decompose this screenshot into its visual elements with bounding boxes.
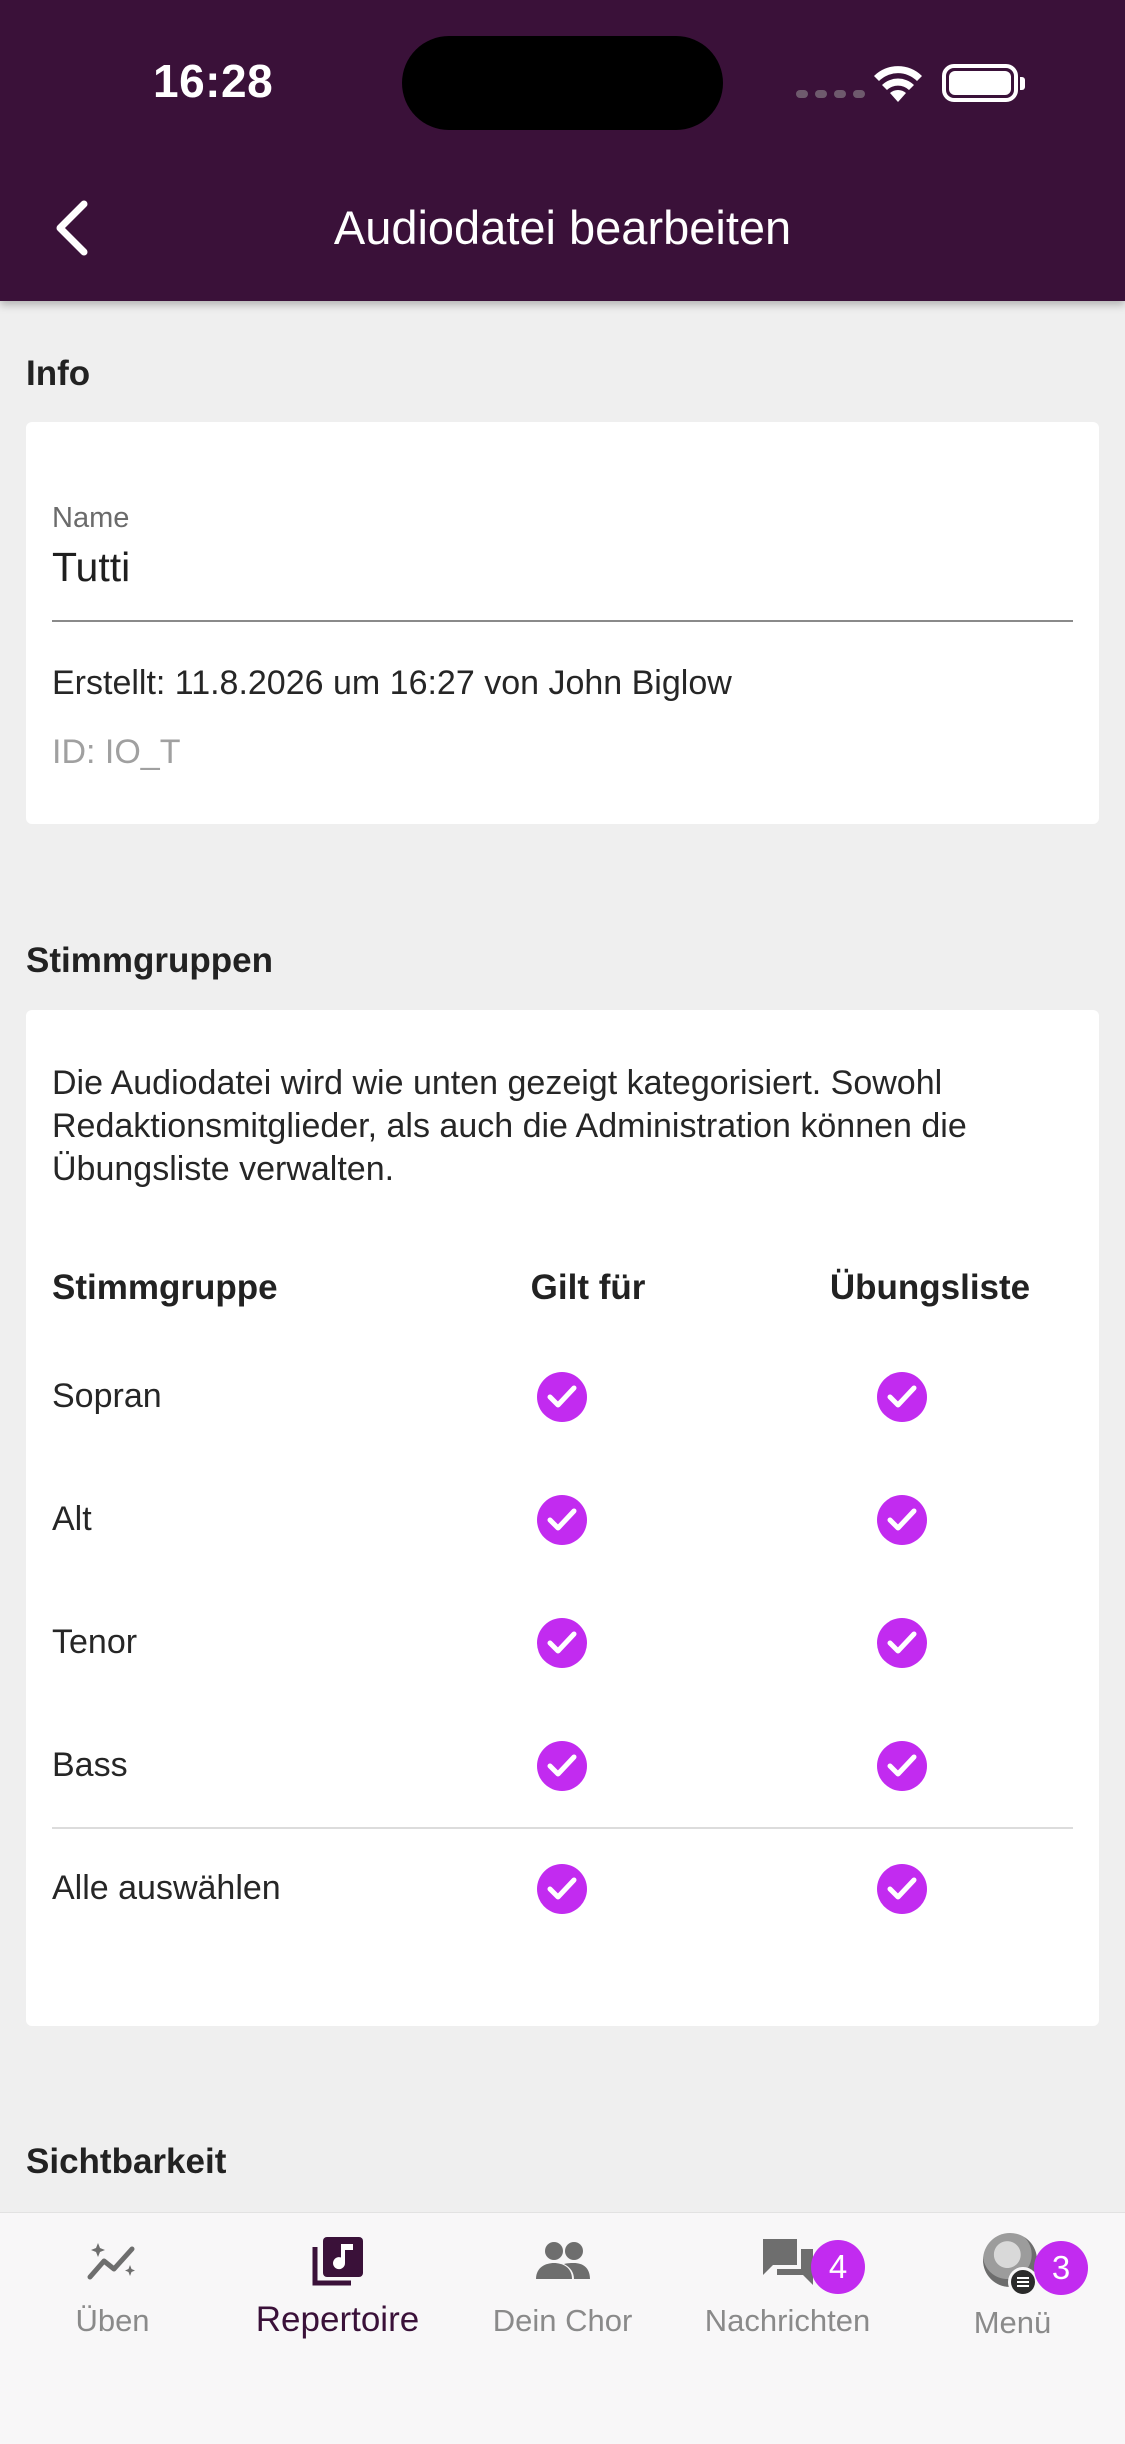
info-section-title: Info — [26, 354, 91, 393]
row-divider — [52, 1827, 1073, 1829]
menu-badge: 3 — [1034, 2241, 1088, 2295]
voice-row-label-sopran: Sopran — [52, 1377, 162, 1415]
voices-card: Die Audiodatei wird wie unten gezeigt ka… — [26, 1010, 1099, 2026]
check-icon — [887, 1754, 917, 1777]
select-all-label: Alle auswählen — [52, 1869, 281, 1907]
name-field-underline — [52, 620, 1073, 622]
select-all-applies-checkbox[interactable] — [537, 1864, 587, 1914]
page-title: Audiodatei bearbeiten — [333, 201, 792, 254]
column-header-practice: Übungsliste — [829, 1268, 1031, 1307]
voices-section-title: Stimmgruppen — [26, 941, 273, 980]
nav-label-repertoire: Repertoire — [255, 2300, 420, 2339]
group-icon — [536, 2242, 590, 2279]
status-time: 16:28 — [153, 55, 274, 107]
created-info: Erstellt: 11.8.2026 um 16:27 von John Bi… — [52, 664, 732, 702]
check-icon — [547, 1631, 577, 1654]
music-library-icon — [312, 2237, 363, 2286]
nav-item-nachrichten[interactable]: Nachrichten — [675, 2213, 900, 2373]
check-icon — [547, 1754, 577, 1777]
check-icon — [547, 1385, 577, 1408]
info-card: Name Tutti Erstellt: 11.8.2026 um 16:27 … — [26, 422, 1099, 824]
trend-sparkle-icon — [87, 2243, 135, 2280]
messages-badge: 4 — [811, 2240, 865, 2294]
nav-label-nachrichten: Nachrichten — [704, 2303, 871, 2338]
name-field[interactable]: Tutti — [52, 544, 130, 591]
nav-label-ueben: Üben — [75, 2303, 150, 2338]
nav-label-menu: Menü — [973, 2305, 1052, 2340]
dynamic-island — [402, 36, 723, 130]
bottom-navigation: Üben Repertoire Dein Chor Nachrichten 4 … — [0, 2212, 1125, 2444]
practice-checkbox-tenor[interactable] — [877, 1618, 927, 1668]
nav-item-repertoire[interactable]: Repertoire — [225, 2213, 450, 2373]
applies-checkbox-sopran[interactable] — [537, 1372, 587, 1422]
check-icon — [887, 1385, 917, 1408]
voice-row-label-bass: Bass — [52, 1746, 128, 1784]
applies-checkbox-bass[interactable] — [537, 1741, 587, 1791]
id-info: ID: IO_T — [52, 733, 181, 771]
nav-label-dein-chor: Dein Chor — [492, 2303, 633, 2338]
name-field-label: Name — [52, 502, 130, 534]
nav-item-ueben[interactable]: Üben — [0, 2213, 225, 2373]
select-all-practice-checkbox[interactable] — [877, 1864, 927, 1914]
check-icon — [547, 1508, 577, 1531]
voice-row-label-alt: Alt — [52, 1500, 92, 1538]
wifi-icon — [874, 66, 922, 102]
applies-checkbox-alt[interactable] — [537, 1495, 587, 1545]
visibility-section-title: Sichtbarkeit — [26, 2142, 227, 2181]
cellular-signal-icon — [796, 90, 865, 98]
nav-item-dein-chor[interactable]: Dein Chor — [450, 2213, 675, 2373]
app-header: 16:28 Audiodatei bearbeiten — [0, 0, 1125, 301]
practice-checkbox-alt[interactable] — [877, 1495, 927, 1545]
check-icon — [887, 1631, 917, 1654]
chat-icon — [763, 2239, 813, 2285]
check-icon — [887, 1877, 917, 1900]
check-icon — [547, 1877, 577, 1900]
battery-icon — [942, 64, 1025, 102]
column-header-applies: Gilt für — [530, 1268, 646, 1307]
practice-checkbox-sopran[interactable] — [877, 1372, 927, 1422]
applies-checkbox-tenor[interactable] — [537, 1618, 587, 1668]
check-icon — [887, 1508, 917, 1531]
voice-row-label-tenor: Tenor — [52, 1623, 138, 1661]
voices-description: Die Audiodatei wird wie unten gezeigt ka… — [52, 1064, 967, 1188]
column-header-voice: Stimmgruppe — [52, 1268, 278, 1307]
practice-checkbox-bass[interactable] — [877, 1741, 927, 1791]
